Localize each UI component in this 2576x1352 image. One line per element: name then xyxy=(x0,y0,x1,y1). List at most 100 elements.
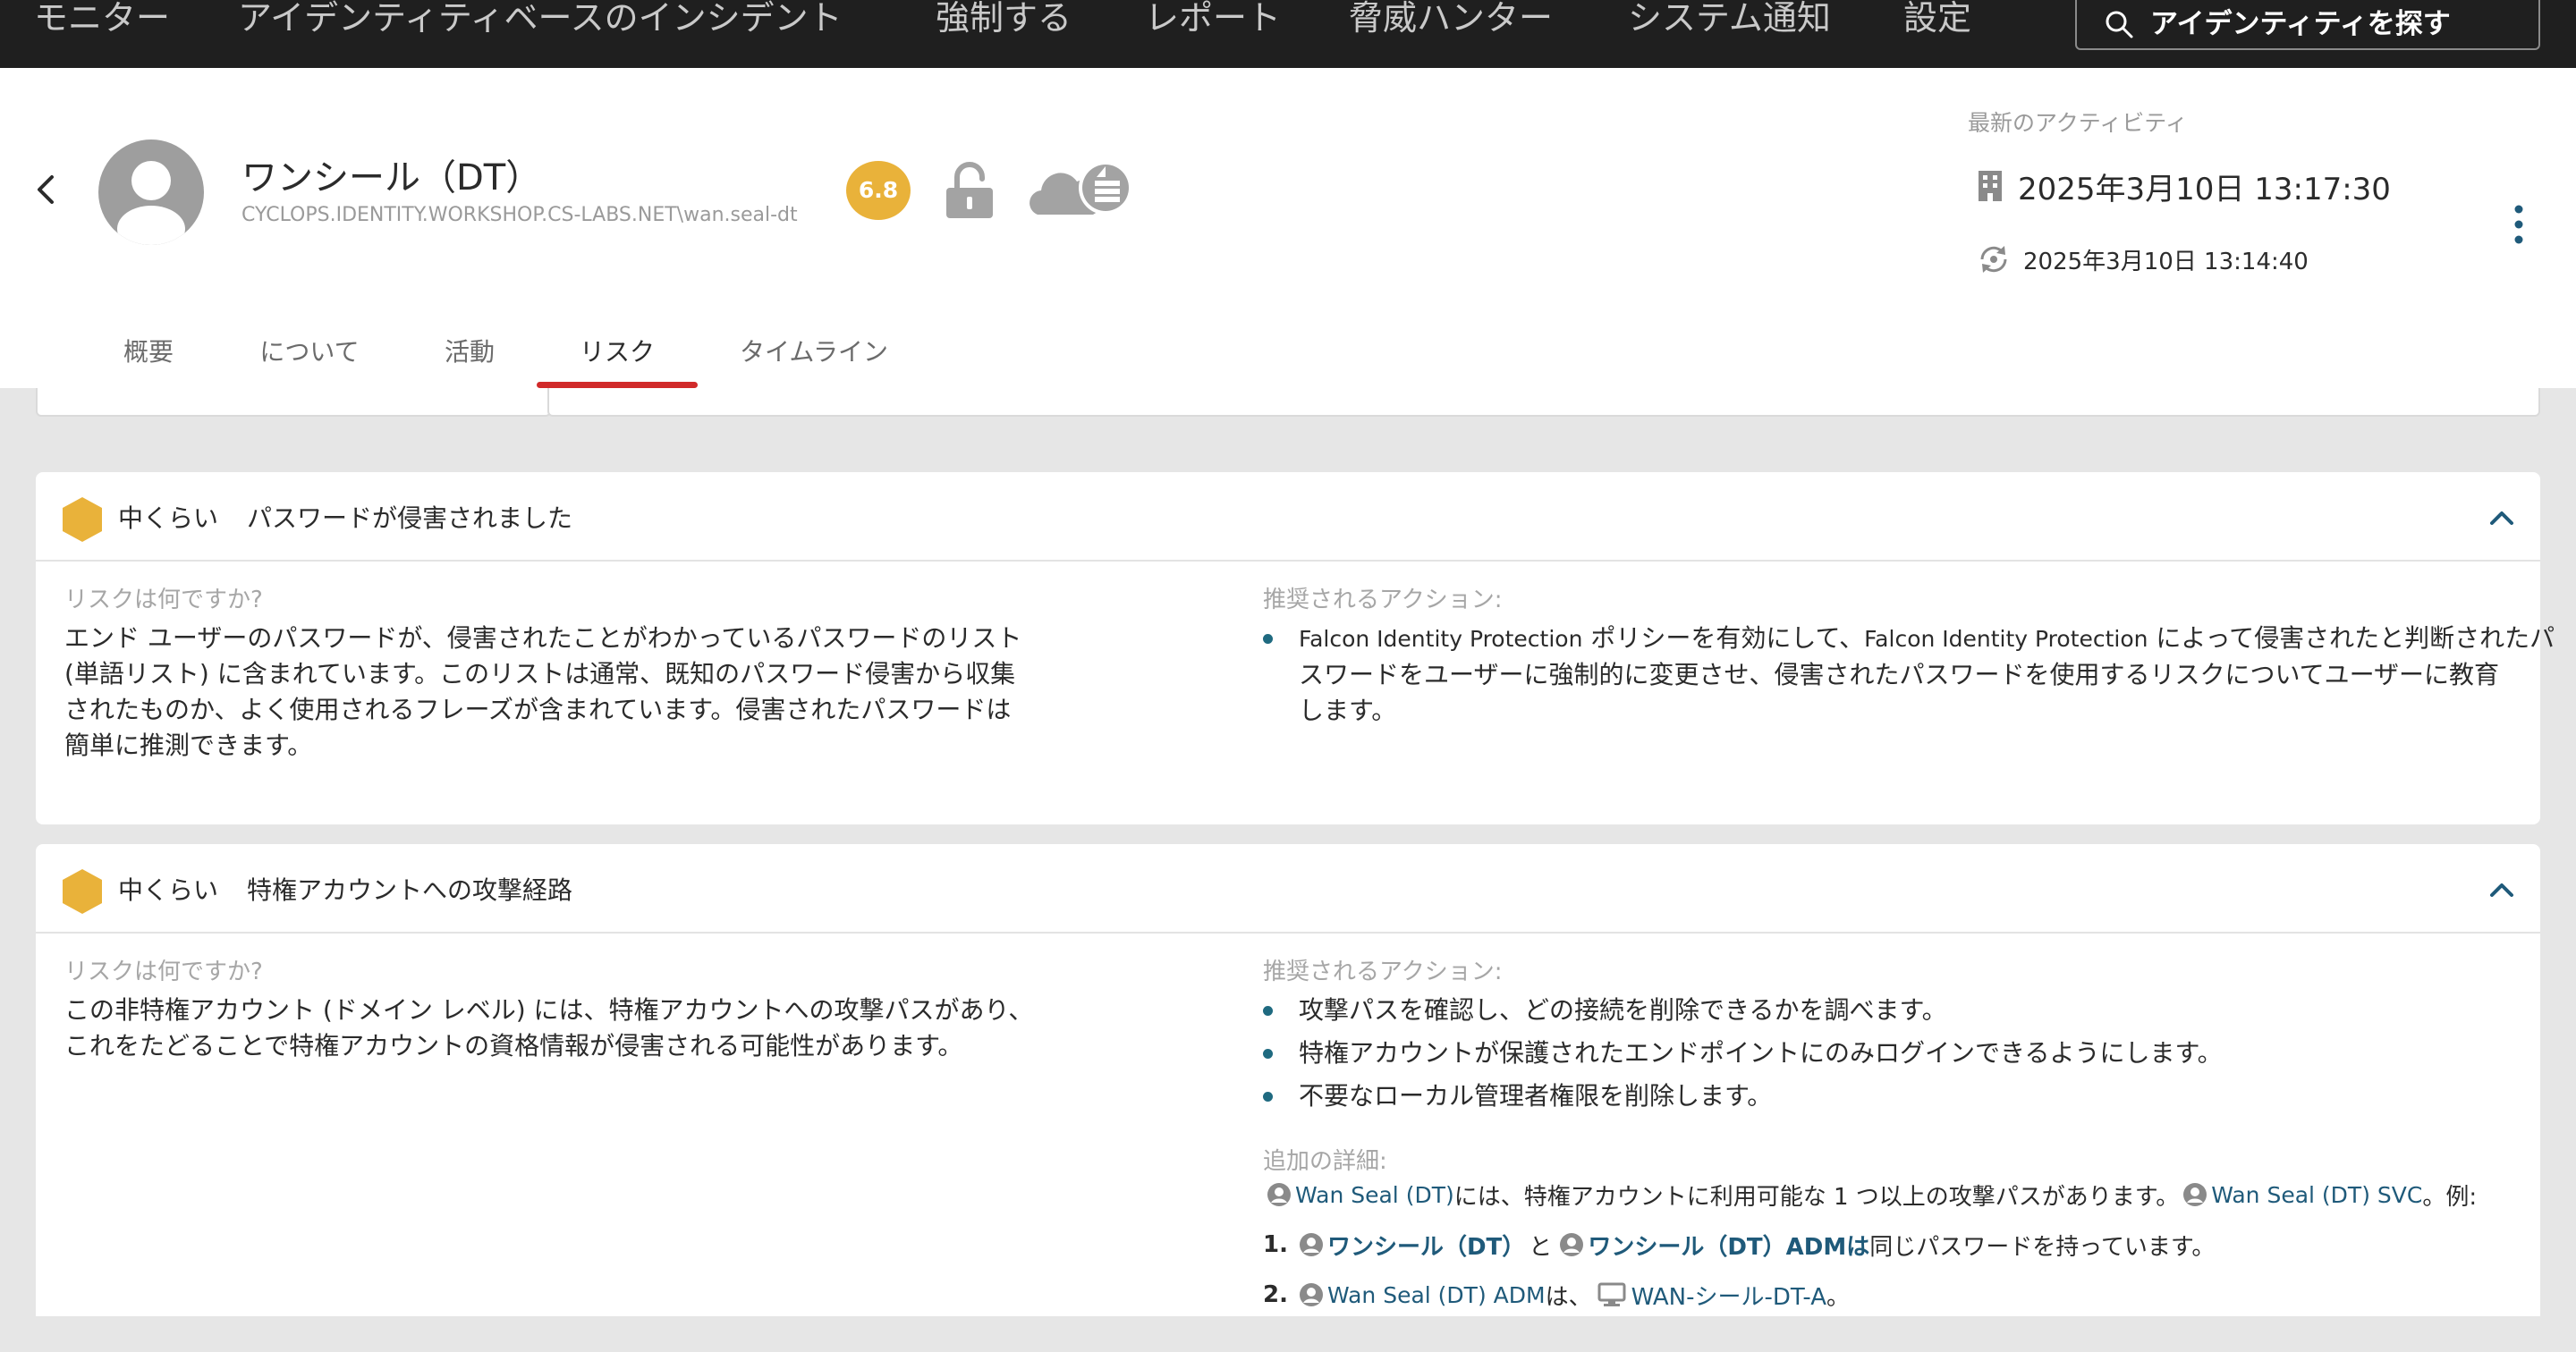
tab-risk[interactable]: リスク xyxy=(537,327,698,388)
description-line: されたものか、よく使用されるフレーズが含まれています。侵害されたパスワードは xyxy=(64,695,1012,724)
user-icon xyxy=(1560,1233,1584,1256)
nav-item-enforce[interactable]: 強制する xyxy=(936,0,1072,39)
detail-text: 。例: xyxy=(2422,1183,2478,1211)
recommended-actions-list: Falcon Identity Protection ポリシーを有効にして、Fa… xyxy=(1263,621,2555,729)
action-line: します。 xyxy=(1299,696,1397,725)
product-name: Falcon Identity Protection xyxy=(1864,626,2148,652)
action-text: によって侵害されたと判断されたパ xyxy=(2148,623,2555,653)
additional-details-label: 追加の詳細: xyxy=(1263,1148,1387,1175)
nav-item-monitor[interactable]: モニター xyxy=(34,0,170,39)
summary-card-stub xyxy=(36,388,551,417)
user-link[interactable]: ワンシール（DT） xyxy=(1327,1229,1525,1262)
severity-label: 中くらい xyxy=(118,875,219,905)
action-text: ポリシーを有効にして、 xyxy=(1582,623,1865,653)
sync-icon xyxy=(1980,246,2007,273)
action-item: 不要なローカル管理者権限を削除します。 xyxy=(1263,1078,2515,1114)
action-item: 特権アカウントが保護されたエンドポイントにのみログインできるようにします。 xyxy=(1263,1035,2515,1071)
detail-text: 。 xyxy=(1826,1283,1850,1311)
tab-activity[interactable]: 活動 xyxy=(428,327,512,388)
risk-description: この非特権アカウント (ドメイン レベル) には、特権アカウントへの攻撃パスがあ… xyxy=(64,993,1138,1064)
chevron-up-icon[interactable] xyxy=(2487,503,2517,533)
product-name: Falcon Identity Protection xyxy=(1299,626,1583,652)
detail-text: 同じパスワードを持っています。 xyxy=(1869,1233,2216,1261)
bullet-icon xyxy=(1263,1006,1273,1016)
recommended-actions-label: 推奨されるアクション: xyxy=(1263,587,1503,613)
identity-name: ワンシール（DT） xyxy=(242,157,542,199)
bullet-icon xyxy=(1263,634,1273,644)
tab-about[interactable]: について xyxy=(250,327,369,388)
nav-item-threat-hunter[interactable]: 脅威ハンター xyxy=(1349,0,1553,39)
nav-item-system-notifications[interactable]: システム通知 xyxy=(1628,0,1831,39)
latest-activity-secondary: 2025年3月10日 13:14:40 xyxy=(1977,241,2309,277)
identity-search-box[interactable] xyxy=(2075,0,2540,50)
recommended-actions-label: 推奨されるアクション: xyxy=(1263,959,1503,985)
action-line: Falcon Identity Protection ポリシーを有効にして、Fa… xyxy=(1299,621,2555,657)
action-item: Falcon Identity Protection ポリシーを有効にして、Fa… xyxy=(1263,621,2555,729)
building-icon xyxy=(1979,171,2002,201)
tab-overview[interactable]: 概要 xyxy=(107,327,190,388)
top-navigation: モニター アイデンティティベースのインシデント 強制する レポート 脅威ハンター… xyxy=(0,0,2576,68)
severity-medium-icon xyxy=(63,497,102,542)
action-text: 不要なローカル管理者権限を削除します。 xyxy=(1299,1081,1773,1111)
risk-title: パスワードが侵害されました xyxy=(247,503,573,533)
search-icon xyxy=(2106,11,2133,38)
user-icon xyxy=(1299,1283,1323,1306)
identity-search-input[interactable] xyxy=(2150,8,2526,40)
what-is-risk-label: リスクは何ですか? xyxy=(64,587,263,613)
user-icon xyxy=(1299,1233,1323,1256)
avatar xyxy=(98,139,204,245)
latest-activity-secondary-time: 2025年3月10日 13:14:40 xyxy=(2023,248,2309,275)
nav-item-reports[interactable]: レポート xyxy=(1145,0,1281,39)
risk-score-badge[interactable]: 6.8 xyxy=(846,161,911,220)
risk-description: エンド ユーザーのパスワードが、侵害されたことがわかっているパスワードのリスト … xyxy=(64,621,1138,764)
user-link[interactable]: Wan Seal (DT) SVC xyxy=(2211,1182,2422,1208)
host-link[interactable]: WAN-シール-DT-A xyxy=(1631,1279,1826,1312)
more-options-icon[interactable] xyxy=(2508,202,2529,247)
recommended-actions-list: 攻撃パスを確認し、どの接続を削除できるかを調べます。 特権アカウントが保護された… xyxy=(1263,993,2515,1114)
risk-card-header[interactable]: 中くらい パスワードが侵害されました xyxy=(36,472,2540,562)
nav-item-settings[interactable]: 設定 xyxy=(1903,0,1971,39)
description-line: エンド ユーザーのパスワードが、侵害されたことがわかっているパスワードのリスト xyxy=(64,623,1022,653)
latest-activity-primary: 2025年3月10日 13:17:30 xyxy=(1977,166,2391,207)
severity-label: 中くらい xyxy=(118,503,219,533)
user-link[interactable]: Wan Seal (DT) ADM xyxy=(1327,1282,1546,1308)
details-item-1: 1. ワンシール（DT） と ワンシール（DT）ADMは 同じパスワードを持って… xyxy=(1263,1225,2215,1264)
detail-text: と xyxy=(1529,1233,1553,1261)
user-icon xyxy=(1267,1183,1291,1206)
chevron-up-icon[interactable] xyxy=(2487,875,2517,905)
identity-header: ワンシール（DT） CYCLOPS.IDENTITY.WORKSHOP.CS-L… xyxy=(0,68,2576,388)
cloud-hybrid-icon[interactable] xyxy=(1025,157,1134,220)
details-item-2: 2. Wan Seal (DT) ADM は、 WAN-シール-DT-A 。 xyxy=(1263,1275,1850,1314)
description-line: この非特権アカウント (ドメイン レベル) には、特権アカウントへの攻撃パスがあ… xyxy=(64,995,1034,1025)
description-line: 簡単に推測できます。 xyxy=(64,731,313,760)
risk-title: 特権アカウントへの攻撃経路 xyxy=(247,875,573,905)
user-link[interactable]: Wan Seal (DT) xyxy=(1295,1182,1454,1208)
bullet-icon xyxy=(1263,1049,1273,1059)
bullet-icon xyxy=(1263,1092,1273,1102)
risk-card-header[interactable]: 中くらい 特権アカウントへの攻撃経路 xyxy=(36,844,2540,934)
user-avatar-icon xyxy=(117,161,185,245)
tab-timeline[interactable]: タイムライン xyxy=(726,327,902,388)
user-link[interactable]: ワンシール（DT）ADMは xyxy=(1588,1229,1869,1262)
back-arrow-icon[interactable] xyxy=(29,170,64,209)
detail-text: には、特権アカウントに利用可能な 1 つ以上の攻撃パスがあります。 xyxy=(1453,1183,2180,1211)
item-number: 2. xyxy=(1263,1281,1288,1308)
latest-activity-label: 最新のアクティビティ xyxy=(1968,110,2188,136)
unlocked-icon[interactable] xyxy=(943,161,996,220)
severity-medium-icon xyxy=(63,869,102,914)
risk-card-compromised-password: 中くらい パスワードが侵害されました リスクは何ですか? エンド ユーザーのパス… xyxy=(36,472,2555,824)
summary-card-stub-wide xyxy=(547,388,2540,417)
identity-path: CYCLOPS.IDENTITY.WORKSHOP.CS-LABS.NET\wa… xyxy=(242,204,798,226)
details-summary-line: Wan Seal (DT) には、特権アカウントに利用可能な 1 つ以上の攻撃パ… xyxy=(1263,1175,2477,1214)
action-line: スワードをユーザーに強制的に変更させ、侵害されたパスワードを使用するリスクについ… xyxy=(1299,660,2500,689)
description-line: これをたどることで特権アカウントの資格情報が侵害される可能性があります。 xyxy=(64,1031,963,1060)
what-is-risk-label: リスクは何ですか? xyxy=(64,959,263,985)
description-line: (単語リスト) に含まれています。このリストは通常、既知のパスワード侵害から収集 xyxy=(64,659,1016,689)
item-number: 1. xyxy=(1263,1231,1288,1258)
user-icon xyxy=(2183,1183,2207,1206)
nav-item-identity-incidents[interactable]: アイデンティティベースのインシデント xyxy=(238,0,843,39)
risk-card-attack-path: 中くらい 特権アカウントへの攻撃経路 リスクは何ですか? この非特権アカウント … xyxy=(36,844,2540,1316)
latest-activity-primary-time: 2025年3月10日 13:17:30 xyxy=(2018,171,2391,207)
action-item: 攻撃パスを確認し、どの接続を削除できるかを調べます。 xyxy=(1263,993,2515,1028)
action-text: 攻撃パスを確認し、どの接続を削除できるかを調べます。 xyxy=(1299,995,1947,1025)
